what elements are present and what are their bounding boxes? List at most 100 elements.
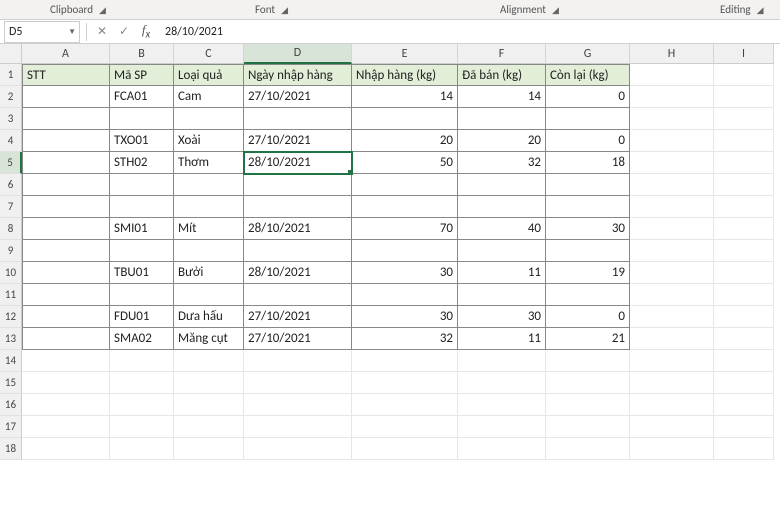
cell-B11[interactable] — [110, 284, 174, 306]
cell-D13[interactable]: 27/10/2021 — [244, 328, 352, 350]
cell-F7[interactable] — [458, 196, 546, 218]
cell-D11[interactable] — [244, 284, 352, 306]
row-header-17[interactable]: 17 — [0, 416, 22, 438]
cell-D3[interactable] — [244, 108, 352, 130]
dialog-launcher-icon[interactable]: ◢ — [552, 5, 559, 16]
row-header-4[interactable]: 4 — [0, 130, 22, 152]
cell-F14[interactable] — [458, 350, 546, 372]
row-header-8[interactable]: 8 — [0, 218, 22, 240]
cell-G3[interactable] — [546, 108, 630, 130]
cell-I6[interactable] — [714, 174, 774, 196]
cell-I2[interactable] — [714, 86, 774, 108]
cell-B14[interactable] — [110, 350, 174, 372]
cell-I4[interactable] — [714, 130, 774, 152]
cell-B18[interactable] — [110, 438, 174, 460]
cell-G1[interactable]: Còn lại (kg) — [546, 64, 630, 86]
formula-input[interactable]: 28/10/2021 — [157, 25, 780, 39]
cell-E9[interactable] — [352, 240, 458, 262]
cell-F15[interactable] — [458, 372, 546, 394]
column-header-E[interactable]: E — [352, 44, 458, 64]
cell-I1[interactable] — [714, 64, 774, 86]
cell-D6[interactable] — [244, 174, 352, 196]
cell-H8[interactable] — [630, 218, 714, 240]
cell-I13[interactable] — [714, 328, 774, 350]
cell-F2[interactable]: 14 — [458, 86, 546, 108]
cell-C11[interactable] — [174, 284, 244, 306]
cell-H6[interactable] — [630, 174, 714, 196]
cell-B17[interactable] — [110, 416, 174, 438]
cell-C10[interactable]: Bưởi — [174, 262, 244, 284]
cell-B12[interactable]: FDU01 — [110, 306, 174, 328]
row-header-6[interactable]: 6 — [0, 174, 22, 196]
cell-C18[interactable] — [174, 438, 244, 460]
cell-E18[interactable] — [352, 438, 458, 460]
row-header-15[interactable]: 15 — [0, 372, 22, 394]
cell-A10[interactable] — [22, 262, 110, 284]
cell-H3[interactable] — [630, 108, 714, 130]
cell-E14[interactable] — [352, 350, 458, 372]
cell-A12[interactable] — [22, 306, 110, 328]
cell-B2[interactable]: FCA01 — [110, 86, 174, 108]
cell-D7[interactable] — [244, 196, 352, 218]
row-header-5[interactable]: 5 — [0, 152, 22, 174]
row-header-9[interactable]: 9 — [0, 240, 22, 262]
cell-E5[interactable]: 50 — [352, 152, 458, 174]
cell-H13[interactable] — [630, 328, 714, 350]
cell-D17[interactable] — [244, 416, 352, 438]
cell-F3[interactable] — [458, 108, 546, 130]
cell-I10[interactable] — [714, 262, 774, 284]
row-header-1[interactable]: 1 — [0, 64, 22, 86]
cell-A2[interactable] — [22, 86, 110, 108]
cell-I3[interactable] — [714, 108, 774, 130]
row-header-7[interactable]: 7 — [0, 196, 22, 218]
cell-B8[interactable]: SMI01 — [110, 218, 174, 240]
cell-I9[interactable] — [714, 240, 774, 262]
cell-C6[interactable] — [174, 174, 244, 196]
cell-I16[interactable] — [714, 394, 774, 416]
cell-F12[interactable]: 30 — [458, 306, 546, 328]
cell-G17[interactable] — [546, 416, 630, 438]
cell-H11[interactable] — [630, 284, 714, 306]
cell-I18[interactable] — [714, 438, 774, 460]
cell-D12[interactable]: 27/10/2021 — [244, 306, 352, 328]
column-header-C[interactable]: C — [174, 44, 244, 64]
cell-F18[interactable] — [458, 438, 546, 460]
cell-I7[interactable] — [714, 196, 774, 218]
dialog-launcher-icon[interactable]: ◢ — [281, 5, 288, 16]
cell-I14[interactable] — [714, 350, 774, 372]
column-header-B[interactable]: B — [110, 44, 174, 64]
cell-C3[interactable] — [174, 108, 244, 130]
row-header-14[interactable]: 14 — [0, 350, 22, 372]
column-header-I[interactable]: I — [714, 44, 774, 64]
cell-D16[interactable] — [244, 394, 352, 416]
cell-C17[interactable] — [174, 416, 244, 438]
cell-B9[interactable] — [110, 240, 174, 262]
cell-E7[interactable] — [352, 196, 458, 218]
cell-C16[interactable] — [174, 394, 244, 416]
cell-G14[interactable] — [546, 350, 630, 372]
dialog-launcher-icon[interactable]: ◢ — [757, 5, 764, 16]
cell-B10[interactable]: TBU01 — [110, 262, 174, 284]
cell-A1[interactable]: STT — [22, 64, 110, 86]
cell-F10[interactable]: 11 — [458, 262, 546, 284]
cell-A15[interactable] — [22, 372, 110, 394]
cell-G6[interactable] — [546, 174, 630, 196]
name-box-dropdown-icon[interactable]: ▼ — [68, 27, 76, 37]
cell-D15[interactable] — [244, 372, 352, 394]
cell-F9[interactable] — [458, 240, 546, 262]
cell-E2[interactable]: 14 — [352, 86, 458, 108]
cell-E1[interactable]: Nhập hàng (kg) — [352, 64, 458, 86]
cells-area[interactable]: STTMã SPLoại quảNgày nhập hàngNhập hàng … — [22, 64, 774, 460]
cell-E12[interactable]: 30 — [352, 306, 458, 328]
cell-C14[interactable] — [174, 350, 244, 372]
cell-G15[interactable] — [546, 372, 630, 394]
cell-G10[interactable]: 19 — [546, 262, 630, 284]
cell-C1[interactable]: Loại quả — [174, 64, 244, 86]
cell-H10[interactable] — [630, 262, 714, 284]
cell-B5[interactable]: STH02 — [110, 152, 174, 174]
cell-C4[interactable]: Xoài — [174, 130, 244, 152]
cell-A18[interactable] — [22, 438, 110, 460]
cell-G8[interactable]: 30 — [546, 218, 630, 240]
cell-D5[interactable]: 28/10/2021 — [244, 152, 352, 174]
cell-A14[interactable] — [22, 350, 110, 372]
